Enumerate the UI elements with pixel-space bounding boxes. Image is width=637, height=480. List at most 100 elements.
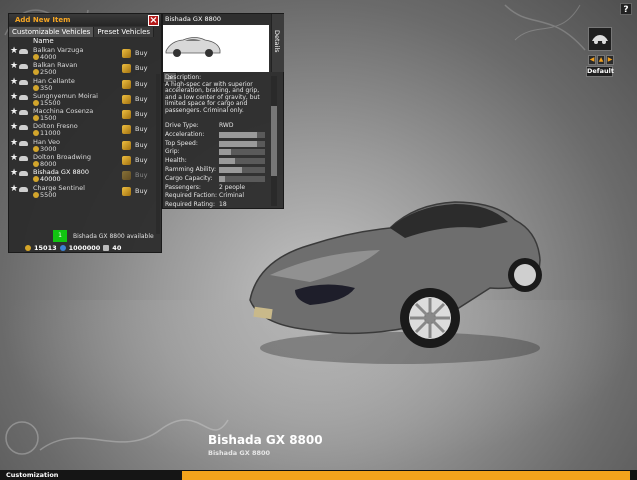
blue-amount: 1000000: [68, 244, 101, 252]
footer-accent-bar: [182, 471, 630, 480]
buy-button[interactable]: Buy: [135, 171, 147, 179]
vehicle-row[interactable]: ★ Bishada GX 8800 40000 Buy: [9, 168, 161, 183]
car-view-icon: [592, 35, 608, 44]
vehicle-row[interactable]: ★ Han Cellante 350 Buy: [9, 77, 161, 92]
tab-preset-vehicles[interactable]: Preset Vehicles: [94, 27, 155, 37]
buy-icon[interactable]: [122, 140, 131, 150]
scroll-thumb[interactable]: [271, 106, 277, 176]
stat-value: RWD: [219, 122, 234, 129]
buy-icon[interactable]: [122, 171, 131, 181]
stat-label: Grip:: [165, 148, 180, 156]
vehicle-row[interactable]: ★ Charge Sentinel 5500 Buy: [9, 184, 161, 199]
stat-row: Cargo Capacity:: [165, 175, 269, 184]
coin-icon: [33, 145, 39, 152]
star-icon[interactable]: ★: [10, 169, 18, 178]
vehicle-3d-model: [249, 201, 542, 364]
stat-row: Top Speed:: [165, 140, 269, 149]
buy-icon[interactable]: [122, 64, 131, 74]
star-icon[interactable]: ★: [10, 77, 18, 87]
tab-customizable-vehicles[interactable]: Customizable Vehicles: [9, 27, 95, 37]
vehicle-row[interactable]: ★ Balkan Ravan 2500 Buy: [9, 61, 161, 76]
buy-button[interactable]: Buy: [135, 141, 147, 149]
car-icon: [19, 140, 28, 146]
vehicle-price: 5500: [40, 190, 57, 199]
help-button[interactable]: ?: [620, 3, 632, 15]
vehicle-row[interactable]: ★ Han Veo 3000 Buy: [9, 138, 161, 153]
buy-button[interactable]: Buy: [135, 95, 147, 103]
car-icon: [19, 186, 28, 192]
vehicle-price: 3000: [40, 144, 57, 153]
stat-label: Acceleration:: [165, 130, 205, 138]
stat-bar-fill: [219, 158, 236, 165]
buy-button[interactable]: Buy: [135, 156, 147, 164]
vehicle-row[interactable]: ★ Macchina Cosenza 1500 Buy: [9, 107, 161, 122]
rotate-up-icon[interactable]: ▲: [597, 55, 605, 65]
buy-icon[interactable]: [122, 79, 131, 89]
buy-icon[interactable]: [122, 186, 131, 196]
buy-icon[interactable]: [122, 94, 131, 104]
stat-bar-fill: [219, 149, 231, 156]
close-icon[interactable]: ×: [148, 15, 159, 26]
details-side-tab[interactable]: Details: [271, 14, 284, 72]
vehicle-row[interactable]: ★ Balkan Varzuga 4000 Buy: [9, 46, 161, 61]
list-scrollbar[interactable]: [156, 74, 160, 234]
vehicle-list: ★ Balkan Varzuga 4000 Buy ★ Balkan Ravan 2500 B…: [9, 46, 161, 214]
buy-button[interactable]: Buy: [135, 49, 147, 57]
vehicle-row[interactable]: ★ Dolton Broadwing 8000 Buy: [9, 153, 161, 168]
buy-icon[interactable]: [122, 156, 131, 166]
available-count-badge: 1: [53, 230, 67, 242]
corner-ornament-right: [504, 4, 586, 51]
coin-icon: [33, 176, 39, 183]
star-icon[interactable]: ★: [10, 92, 18, 102]
star-icon[interactable]: ★: [10, 62, 18, 71]
available-text: Bishada GX 8800 available: [73, 232, 154, 240]
star-icon[interactable]: ★: [10, 47, 18, 56]
star-icon[interactable]: ★: [10, 108, 18, 117]
buy-button[interactable]: Buy: [135, 80, 147, 88]
buy-icon[interactable]: [122, 49, 131, 58]
stat-bar-fill: [219, 131, 257, 138]
bottom-ornament: [5, 419, 229, 455]
coin-icon: [33, 69, 39, 76]
buy-button[interactable]: Buy: [135, 64, 147, 72]
buy-button[interactable]: Buy: [135, 187, 147, 195]
stat-label: Passengers:: [165, 183, 201, 191]
star-icon[interactable]: ★: [10, 123, 18, 132]
details-scrollbar[interactable]: [271, 76, 277, 206]
stat-label: Health:: [165, 157, 187, 165]
items-icon: [103, 245, 110, 251]
buy-icon[interactable]: [122, 110, 131, 120]
stat-label: Ramming Ability:: [165, 165, 216, 173]
stat-value: 18: [219, 201, 227, 209]
rotate-left-icon[interactable]: ◀: [588, 55, 596, 65]
car-icon: [19, 64, 28, 70]
default-view-button[interactable]: Default: [586, 66, 614, 77]
car-icon: [19, 171, 28, 177]
star-icon[interactable]: ★: [10, 154, 18, 163]
coin-icon: [33, 130, 39, 137]
star-icon[interactable]: ★: [10, 184, 18, 194]
vehicle-price: 8000: [40, 160, 57, 169]
coin-icon: [33, 84, 39, 91]
star-icon[interactable]: ★: [10, 138, 18, 148]
stat-label: Required Faction:: [165, 192, 218, 200]
vehicle-price: 15500: [40, 98, 61, 107]
rotate-right-icon[interactable]: ▶: [606, 55, 614, 65]
stat-row: Health:: [165, 157, 269, 166]
buy-button[interactable]: Buy: [135, 125, 147, 133]
vehicle-row[interactable]: ★ Sungnyemun Moirai 15500 Buy: [9, 92, 161, 107]
buy-button[interactable]: Buy: [135, 110, 147, 118]
vehicle-row[interactable]: ★ Dolton Fresno 11000 Buy: [9, 122, 161, 137]
coin-icon: [33, 54, 39, 60]
camera-view-button[interactable]: [588, 27, 612, 51]
customization-label[interactable]: Customization: [6, 471, 58, 479]
stat-row: Grip:: [165, 148, 269, 157]
vehicle-price: 2500: [40, 68, 57, 77]
car-icon: [19, 49, 28, 54]
car-icon: [19, 156, 28, 162]
car-icon: [19, 94, 28, 100]
buy-icon[interactable]: [122, 125, 131, 135]
stat-bar: [219, 175, 265, 182]
stat-bar-fill: [219, 140, 257, 147]
stat-bar: [219, 140, 265, 147]
